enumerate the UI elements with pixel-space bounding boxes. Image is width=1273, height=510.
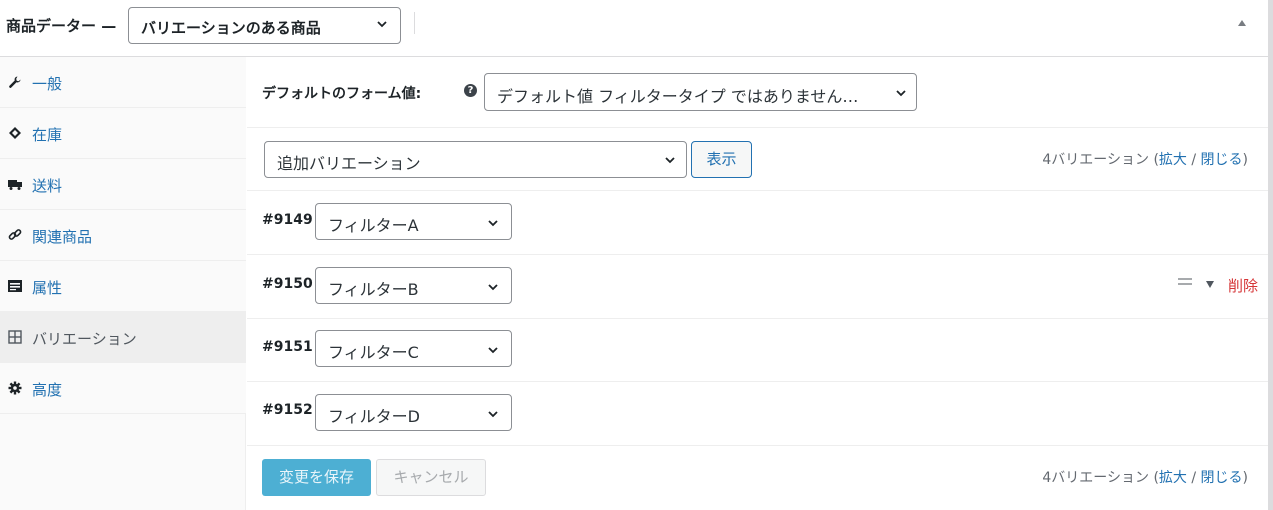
product-type-select[interactable]: バリエーションのある商品 <box>128 7 401 44</box>
variation-row-tools: 削除 <box>1178 275 1262 295</box>
product-type-value: バリエーションのある商品 <box>141 19 321 37</box>
close-all-link[interactable]: 閉じる <box>1201 152 1243 168</box>
chevron-down-icon <box>488 284 498 291</box>
chevron-down-icon <box>488 411 498 418</box>
variation-id: #9152 <box>262 402 313 418</box>
divider <box>247 445 1268 446</box>
product-data-header: 商品データー — バリエーションのある商品 <box>0 0 1273 57</box>
paren-close: ) <box>1242 470 1248 486</box>
save-changes-button[interactable]: 変更を保存 <box>262 459 371 496</box>
chevron-down-icon <box>488 347 498 354</box>
variations-count: 4バリエーション (拡大 / 閉じる) <box>1042 149 1248 169</box>
drag-handle-icon[interactable] <box>1178 278 1192 288</box>
variations-panel: デフォルトのフォーム値: ? デフォルト値 フィルタータイプ ではありません… … <box>247 57 1268 510</box>
chevron-down-icon <box>896 90 906 97</box>
divider <box>247 318 1268 319</box>
collapse-arrow-icon[interactable] <box>1238 20 1246 26</box>
variation-filter-value: フィルターA <box>328 216 419 235</box>
chevron-down-icon <box>377 21 387 28</box>
tag-icon <box>9 127 21 139</box>
paren-close: ) <box>1242 152 1248 168</box>
tab-inventory-label: 在庫 <box>32 126 63 144</box>
variation-filter-select[interactable]: フィルターA <box>315 203 512 240</box>
bulk-action-value: 追加バリエーション <box>277 154 421 173</box>
help-icon[interactable]: ? <box>464 84 477 97</box>
variation-id: #9149 <box>262 212 313 228</box>
close-all-link[interactable]: 閉じる <box>1201 470 1243 486</box>
variations-count-footer: 4バリエーション (拡大 / 閉じる) <box>1042 467 1248 487</box>
grid-icon <box>8 330 22 344</box>
tab-shipping[interactable]: 送料 <box>0 159 246 210</box>
variation-filter-value: フィルターC <box>328 343 419 362</box>
variation-id: #9150 <box>262 276 313 292</box>
expand-all-link[interactable]: 拡大 <box>1159 152 1187 168</box>
divider <box>247 381 1268 382</box>
header-divider <box>414 12 415 34</box>
tab-variations-label: バリエーション <box>32 330 137 348</box>
divider <box>247 190 1268 191</box>
variation-filter-select[interactable]: フィルターB <box>315 267 512 304</box>
variations-count-text: 4バリエーション <box>1042 470 1149 486</box>
tab-general[interactable]: 一般 <box>0 57 246 108</box>
cancel-button[interactable]: キャンセル <box>376 459 486 496</box>
tab-attributes[interactable]: 属性 <box>0 261 246 312</box>
tab-variations[interactable]: バリエーション <box>0 312 246 363</box>
tab-linked-products-label: 関連商品 <box>32 228 93 246</box>
tab-advanced-label: 高度 <box>32 381 63 399</box>
tab-shipping-label: 送料 <box>32 177 63 195</box>
default-form-values-label: デフォルトのフォーム値: <box>262 86 422 102</box>
link-icon <box>8 229 22 240</box>
expand-all-link[interactable]: 拡大 <box>1159 470 1187 486</box>
chevron-down-icon <box>488 220 498 227</box>
show-button[interactable]: 表示 <box>691 141 752 178</box>
list-icon <box>8 280 22 292</box>
tab-advanced[interactable]: 高度 <box>0 363 246 414</box>
tab-inventory[interactable]: 在庫 <box>0 108 246 159</box>
default-filter-type-value: デフォルト値 フィルタータイプ ではありません… <box>497 87 859 106</box>
slash-separator: / <box>1191 470 1197 486</box>
product-data-title: 商品データー — <box>6 17 117 35</box>
variation-id: #9151 <box>262 339 313 355</box>
panel-right-border <box>1268 0 1273 510</box>
tab-attributes-label: 属性 <box>32 279 63 297</box>
remove-variation-link[interactable]: 削除 <box>1228 275 1258 296</box>
slash-separator: / <box>1191 152 1197 168</box>
tab-linked-products[interactable]: 関連商品 <box>0 210 246 261</box>
gear-icon <box>8 381 22 395</box>
bulk-action-select[interactable]: 追加バリエーション <box>264 141 687 178</box>
chevron-down-icon <box>665 157 675 164</box>
default-filter-type-select[interactable]: デフォルト値 フィルタータイプ ではありません… <box>484 73 917 111</box>
product-data-tabs: 一般 在庫 送料 関連商品 属性 バリエーション 高度 <box>0 57 246 510</box>
variation-filter-value: フィルターB <box>328 280 419 299</box>
truck-icon <box>8 180 22 190</box>
tab-general-label: 一般 <box>32 75 63 93</box>
divider <box>247 127 1268 128</box>
wrench-icon <box>9 76 21 88</box>
divider <box>247 254 1268 255</box>
variation-filter-select[interactable]: フィルターD <box>315 394 512 431</box>
variation-filter-select[interactable]: フィルターC <box>315 330 512 367</box>
variations-count-text: 4バリエーション <box>1042 152 1149 168</box>
caret-down-icon[interactable] <box>1206 281 1214 288</box>
variation-filter-value: フィルターD <box>328 407 421 426</box>
